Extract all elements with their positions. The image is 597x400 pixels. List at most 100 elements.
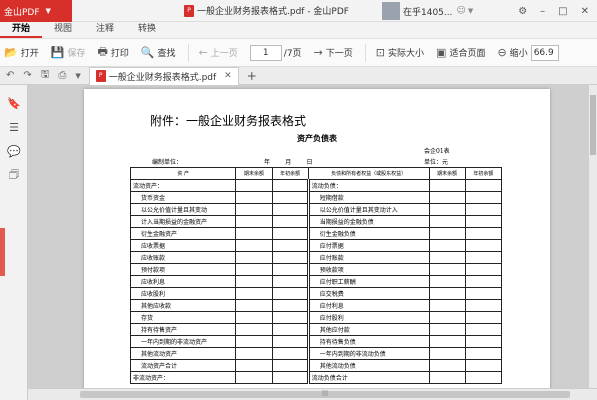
table-row: 其他流动资产 一年内到期的非流动负债 xyxy=(129,347,503,360)
table-row: 流动资产合计 其他流动负债 xyxy=(129,359,503,372)
table-cell-value xyxy=(235,191,273,204)
page-number-input[interactable]: 1 xyxy=(249,44,282,61)
save-button[interactable]: 💾 保存 xyxy=(51,46,86,59)
save-icon: 💾 xyxy=(50,46,65,59)
tab-convert[interactable]: 转换 xyxy=(126,21,168,38)
table-cell-value xyxy=(464,179,503,192)
table-cell-value xyxy=(271,263,310,276)
user-account[interactable]: 在乎1405... ☺ ▼ xyxy=(382,2,473,20)
table-cell-value xyxy=(271,311,310,324)
table-row: 以公允价值计量且其变动 以公允价值计量且其变动计入 xyxy=(129,203,503,216)
close-icon[interactable]: ✕ xyxy=(224,71,232,81)
chevron-down-icon[interactable]: ▼ xyxy=(468,7,473,15)
table-cell-label: 其他应收款 xyxy=(129,299,237,312)
table-cell-value xyxy=(464,311,503,324)
horizontal-scrollbar[interactable]: ||| xyxy=(28,388,597,400)
table-cell-value xyxy=(464,335,503,348)
table-cell-value xyxy=(235,263,273,276)
table-cell-label: 其他流动负债 xyxy=(307,359,430,372)
window-title-text: 一般企业财务报表格式.pdf - 金山PDF xyxy=(197,7,349,17)
tab-view[interactable]: 视图 xyxy=(42,21,84,38)
table-row: 预付款项 预收款项 xyxy=(129,263,503,276)
header-assets: 资 产 xyxy=(129,167,237,180)
table-cell-value xyxy=(428,251,466,264)
tab-annotate[interactable]: 注释 xyxy=(84,21,126,38)
table-cell-value xyxy=(428,203,466,216)
close-icon[interactable]: ✕ xyxy=(581,6,589,17)
document-tab-bar: ↶ ↷ 🖫 ⎙ ▼ P 一般企业财务报表格式.pdf ✕ + xyxy=(0,66,597,85)
actual-size-label: 实际大小 xyxy=(388,49,425,59)
thumbnail-icon[interactable]: 🗇 xyxy=(0,163,28,187)
new-tab-icon[interactable]: + xyxy=(247,69,257,83)
sidebar-toggle-handle[interactable] xyxy=(0,228,5,276)
table-cell-value xyxy=(235,359,273,372)
table-cell-value xyxy=(235,239,273,252)
table-cell-label: 流动资产： xyxy=(129,179,237,192)
table-cell-label: 其他应付款 xyxy=(307,323,430,336)
redo-icon[interactable]: ↷ xyxy=(23,70,31,81)
fit-page-icon: ▣ xyxy=(436,46,447,59)
ribbon-tabs: 开始 视图 注释 转换 xyxy=(0,22,597,39)
balance-sheet-table: 资 产 期末余额 年初余额 负债和所有者权益（或股东权益） 期末余额 年初余额 … xyxy=(129,167,503,384)
table-cell-value xyxy=(464,263,503,276)
table-cell-value xyxy=(271,335,310,348)
fit-page-button[interactable]: ▣ 适合页面 xyxy=(436,46,485,59)
table-cell-value xyxy=(464,227,503,240)
table-cell-value xyxy=(428,311,466,324)
table-cell-label: 应收利息 xyxy=(129,275,237,288)
header-end-balance: 期末余额 xyxy=(235,167,273,180)
table-cell-value xyxy=(235,287,273,300)
open-button[interactable]: 📂 打开 xyxy=(4,46,39,59)
actual-size-button[interactable]: ⊡ 实际大小 xyxy=(376,46,424,59)
table-cell-value xyxy=(235,299,273,312)
scroll-thumb[interactable] xyxy=(590,95,596,155)
table-cell-label: 应收股利 xyxy=(129,287,237,300)
table-cell-value xyxy=(464,299,503,312)
header-liabilities: 负债和所有者权益（或股东权益） xyxy=(307,167,430,180)
table-row: 其他应收款 应付利息 xyxy=(129,299,503,312)
table-cell-value xyxy=(271,179,310,192)
app-menu-button[interactable]: 金山PDF ▼ xyxy=(0,0,72,22)
next-page-button[interactable]: → 下一页 xyxy=(314,46,353,59)
settings-icon[interactable]: ⚙ xyxy=(518,6,527,17)
undo-icon[interactable]: ↶ xyxy=(6,70,14,81)
print-button[interactable]: 🖶 打印 xyxy=(97,43,128,62)
list-icon[interactable]: ☰ xyxy=(0,115,28,139)
table-cell-value xyxy=(464,275,503,288)
table-cell-label: 计入当期损益的金融资产 xyxy=(129,215,237,228)
zoom-input[interactable]: 66.9 xyxy=(530,44,559,61)
chevron-down-icon[interactable]: ▼ xyxy=(75,72,80,80)
printer-icon: 🖶 xyxy=(97,45,108,58)
table-cell-label: 存货 xyxy=(129,311,237,324)
tab-start[interactable]: 开始 xyxy=(0,21,43,38)
vertical-scrollbar[interactable] xyxy=(589,85,597,388)
bookmark-icon[interactable]: 🔖 xyxy=(0,91,28,115)
maximize-icon[interactable]: □ xyxy=(558,6,567,17)
pdf-page: 附件：一般企业财务报表格式 资产负债表 会企01表 编制单位： 年 月 日 单位… xyxy=(84,89,550,388)
table-cell-label: 流动负债合计 xyxy=(307,371,430,384)
table-cell-value xyxy=(428,347,466,360)
table-cell-label: 持有待售资产 xyxy=(129,323,237,336)
table-cell-label: 应收账款 xyxy=(129,251,237,264)
table-cell-value xyxy=(271,371,310,384)
table-cell-value xyxy=(428,371,466,384)
comment-icon[interactable]: 💬 xyxy=(0,139,28,163)
table-cell-value xyxy=(235,227,273,240)
table-cell-value xyxy=(428,191,466,204)
table-cell-value xyxy=(464,251,503,264)
open-label: 打开 xyxy=(20,49,39,59)
minimize-icon[interactable]: – xyxy=(540,6,545,17)
document-tab[interactable]: P 一般企业财务报表格式.pdf ✕ xyxy=(88,66,239,85)
table-cell-value xyxy=(235,311,273,324)
print-icon[interactable]: ⎙ xyxy=(58,70,66,81)
table-cell-value xyxy=(271,323,310,336)
find-button[interactable]: 🔍 查找 xyxy=(141,46,176,59)
document-subtitle: 资产负债表 xyxy=(297,133,337,143)
zoom-out-button[interactable]: ⊖ 缩小 xyxy=(497,46,527,59)
prev-page-label: 上一页 xyxy=(210,49,238,59)
save-icon[interactable]: 🖫 xyxy=(41,67,50,84)
emoji-icon[interactable]: ☺ xyxy=(457,6,466,16)
currency-unit: 单位：元 xyxy=(424,159,449,166)
document-viewer[interactable]: 附件：一般企业财务报表格式 资产负债表 会企01表 编制单位： 年 月 日 单位… xyxy=(28,85,589,388)
prev-page-button[interactable]: ← 上一页 xyxy=(199,46,238,59)
